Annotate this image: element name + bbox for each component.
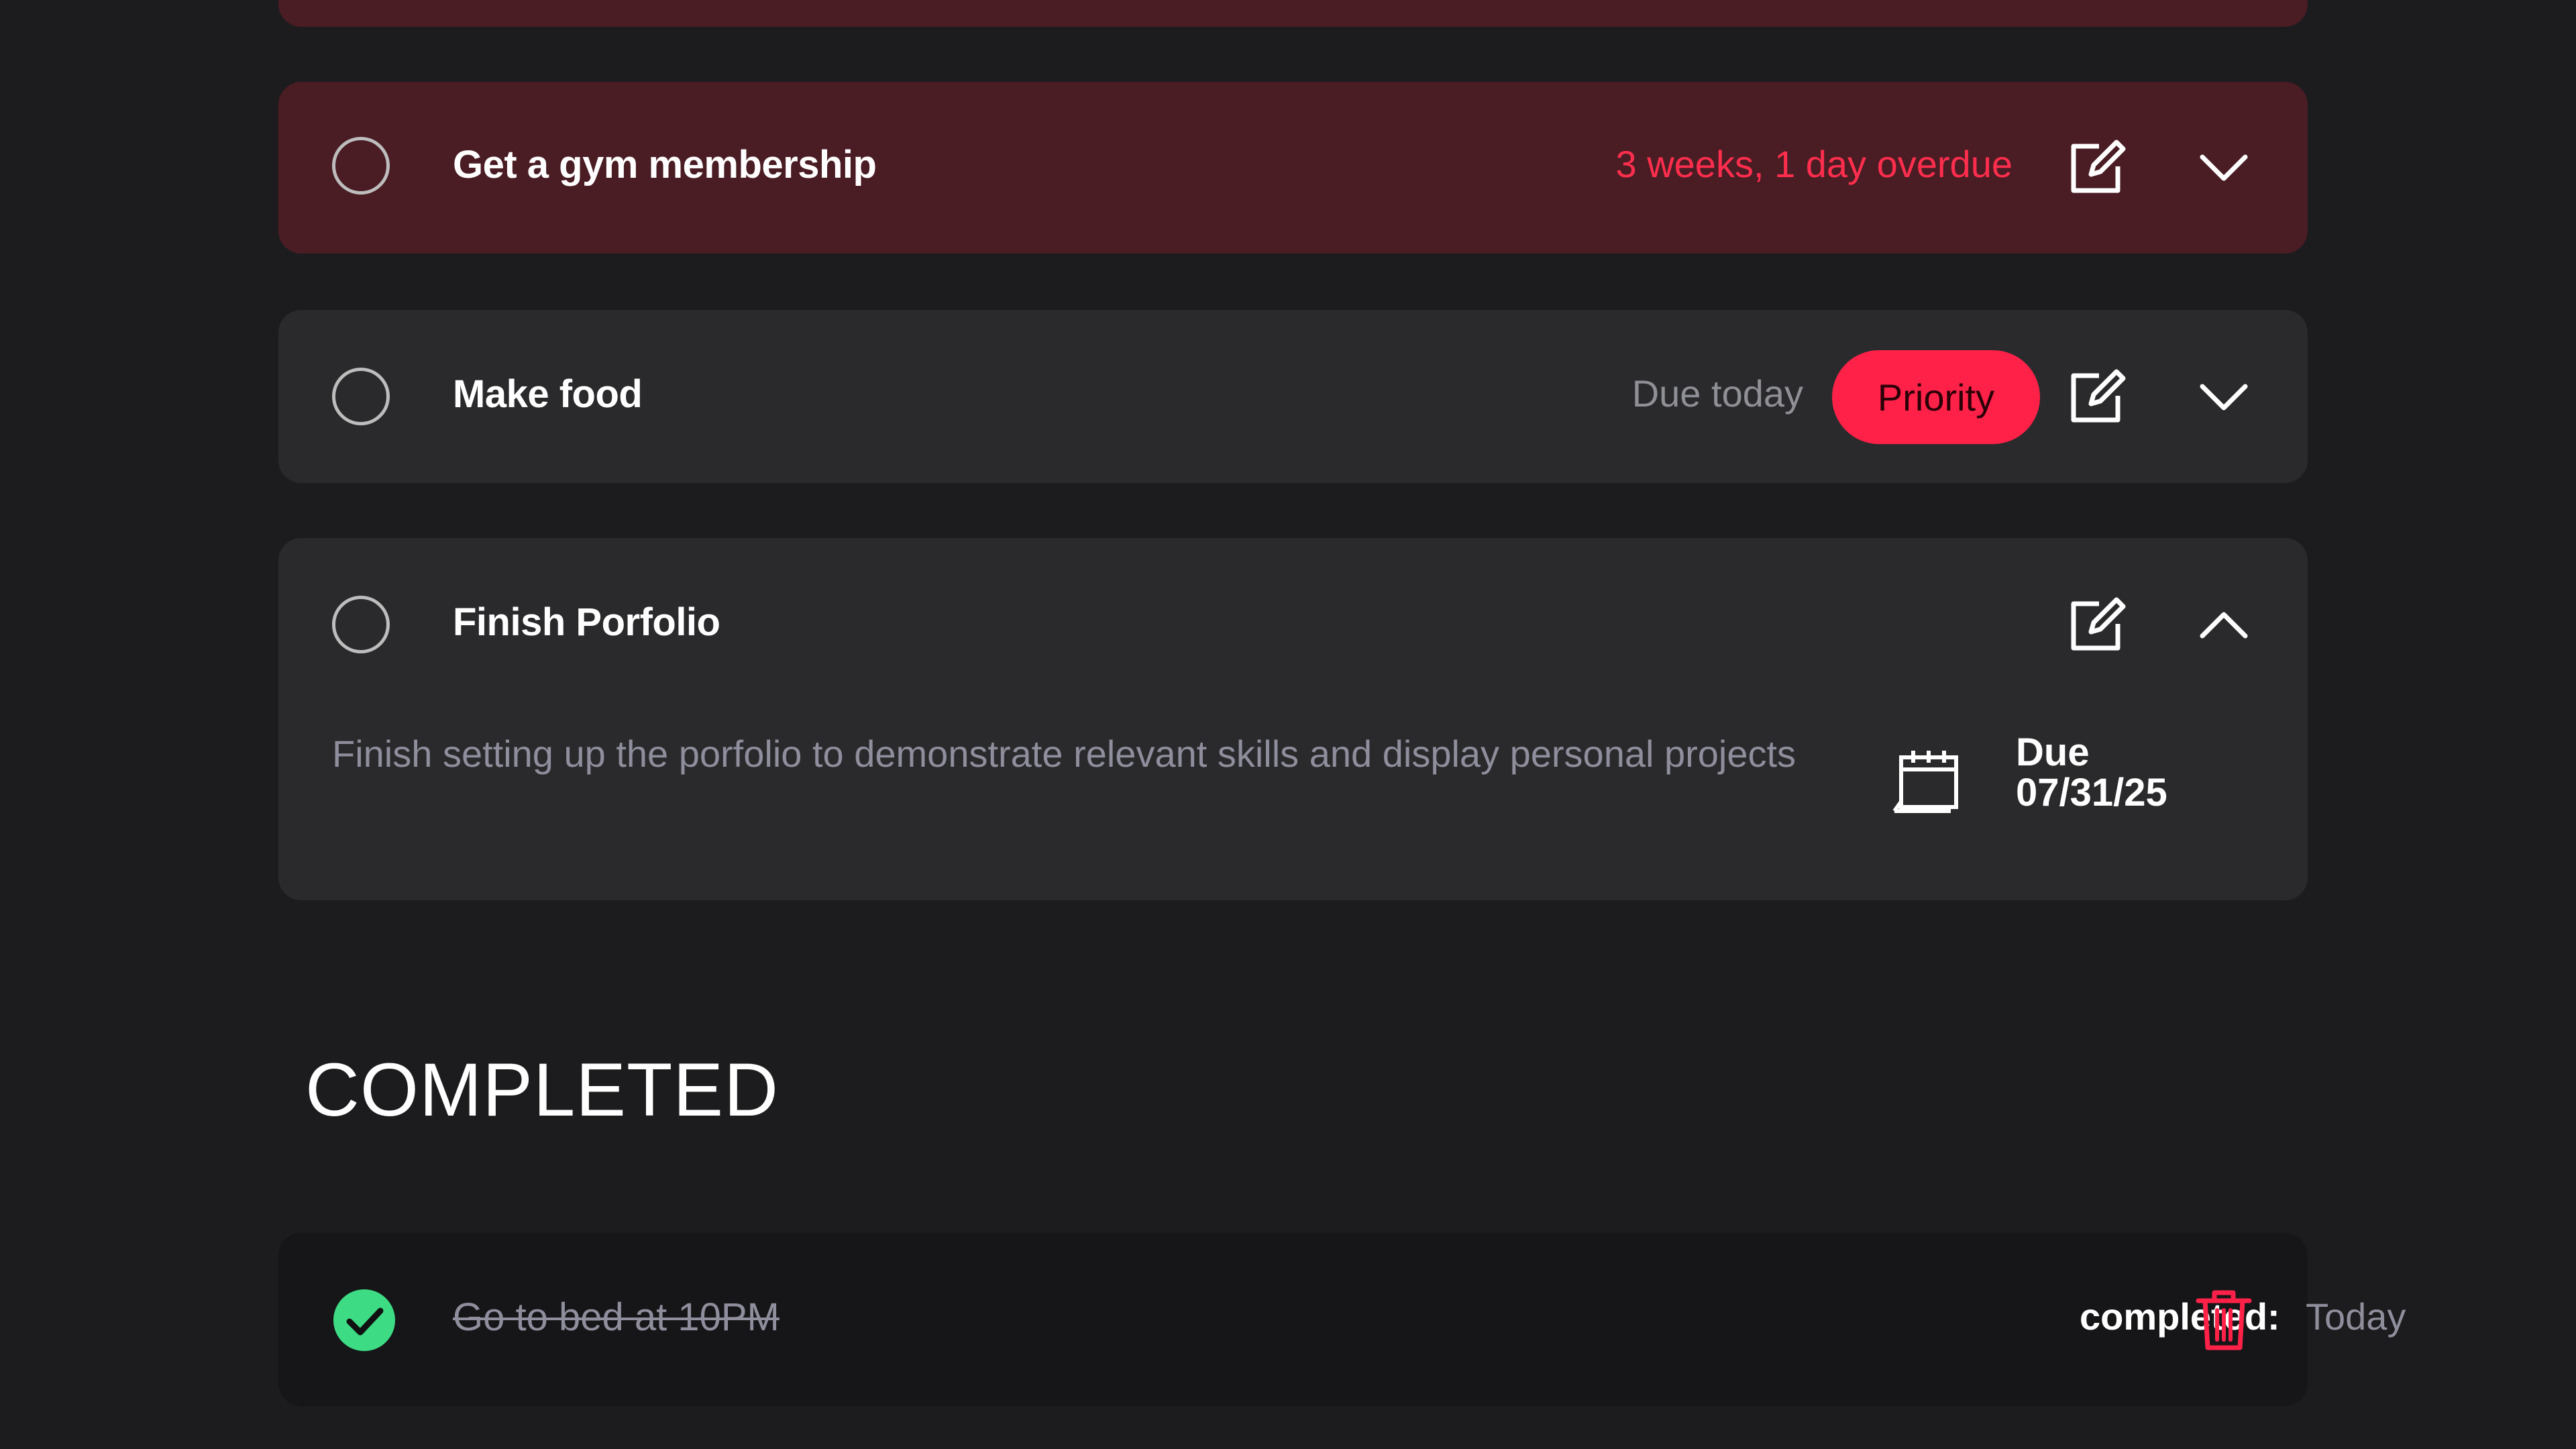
- chevron-down-icon: [2200, 384, 2248, 411]
- trash-icon: [2196, 1290, 2252, 1350]
- task-card-expanded[interactable]: Finish Porfolio Finish setting up the po…: [278, 538, 2308, 900]
- edit-button[interactable]: [2063, 134, 2130, 201]
- priority-badge[interactable]: Priority: [1832, 350, 2040, 444]
- expand-button[interactable]: [2190, 364, 2257, 431]
- completed-heading: COMPLETED: [305, 1048, 779, 1132]
- edit-icon: [2071, 140, 2126, 193]
- task-title: Make food: [453, 372, 643, 416]
- task-card-partial: [278, 0, 2308, 27]
- edit-button[interactable]: [2063, 592, 2130, 659]
- completed-task-title: Go to bed at 10PM: [453, 1295, 780, 1339]
- edit-button[interactable]: [2063, 364, 2130, 431]
- delete-button[interactable]: [2187, 1283, 2261, 1356]
- edit-icon: [2071, 369, 2126, 423]
- due-date-calendar[interactable]: [1888, 741, 1969, 821]
- task-complete-toggle[interactable]: [332, 596, 390, 653]
- completed-date: Today: [2306, 1295, 2406, 1338]
- task-complete-toggle[interactable]: [332, 368, 390, 425]
- uncomplete-toggle[interactable]: [332, 1288, 396, 1352]
- chevron-up-icon: [2200, 612, 2248, 639]
- task-title: Get a gym membership: [453, 143, 877, 186]
- todo-page: Get a gym membership 3 weeks, 1 day over…: [0, 0, 2576, 1449]
- task-complete-toggle[interactable]: [332, 137, 390, 195]
- due-date-block: Due 07/31/25: [2016, 733, 2167, 813]
- task-title: Finish Porfolio: [453, 600, 720, 644]
- edit-icon: [2071, 597, 2126, 651]
- due-date: 07/31/25: [2016, 771, 2167, 814]
- completed-task-card[interactable]: Go to bed at 10PM completed: Today: [278, 1233, 2406, 1406]
- task-card[interactable]: Make food Due today Priority: [278, 310, 2308, 483]
- check-circle-icon: [333, 1289, 395, 1351]
- task-card-overdue[interactable]: Get a gym membership 3 weeks, 1 day over…: [278, 82, 2308, 254]
- due-label: Due: [2016, 731, 2090, 774]
- chevron-down-icon: [2200, 154, 2248, 181]
- expand-button[interactable]: [2190, 134, 2257, 201]
- collapse-button[interactable]: [2190, 592, 2257, 659]
- task-description: Finish setting up the porfolio to demons…: [332, 733, 1796, 775]
- overdue-status: 3 weeks, 1 day overdue: [1615, 143, 2012, 185]
- calendar-icon: [1892, 751, 1958, 813]
- due-status: Due today: [1631, 372, 1803, 415]
